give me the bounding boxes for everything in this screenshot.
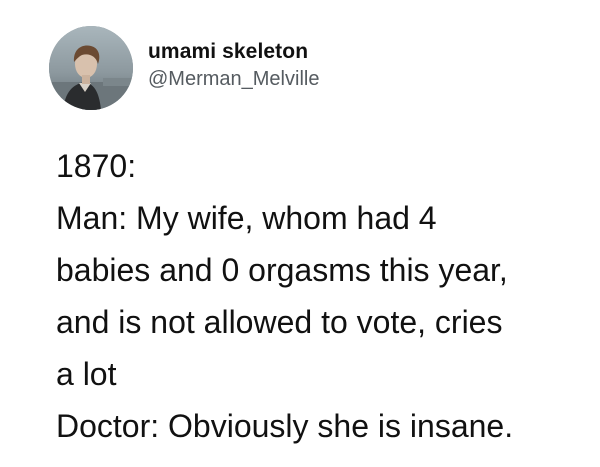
tweet-text-line: a lot: [56, 356, 117, 392]
tweet-header: umami skeleton @Merman_Melville: [49, 26, 569, 112]
profile-photo-avatar-icon[interactable]: [49, 26, 133, 110]
tweet-text-line: Man: My wife, whom had 4: [56, 200, 437, 236]
tweet-text-line: and is not allowed to vote, cries: [56, 304, 503, 340]
tweet-text-line: babies and 0 orgasms this year,: [56, 252, 508, 288]
tweet-text-line: Doctor: Obviously she is insane.: [56, 408, 514, 444]
tweet-card: umami skeleton @Merman_Melville 1870: Ma…: [0, 0, 600, 467]
tweet-text: 1870: Man: My wife, whom had 4 babies an…: [56, 140, 586, 452]
author-identity: umami skeleton @Merman_Melville: [148, 39, 508, 92]
author-handle[interactable]: @Merman_Melville: [148, 67, 508, 92]
author-display-name[interactable]: umami skeleton: [148, 39, 508, 65]
tweet-text-line: 1870:: [56, 148, 137, 184]
